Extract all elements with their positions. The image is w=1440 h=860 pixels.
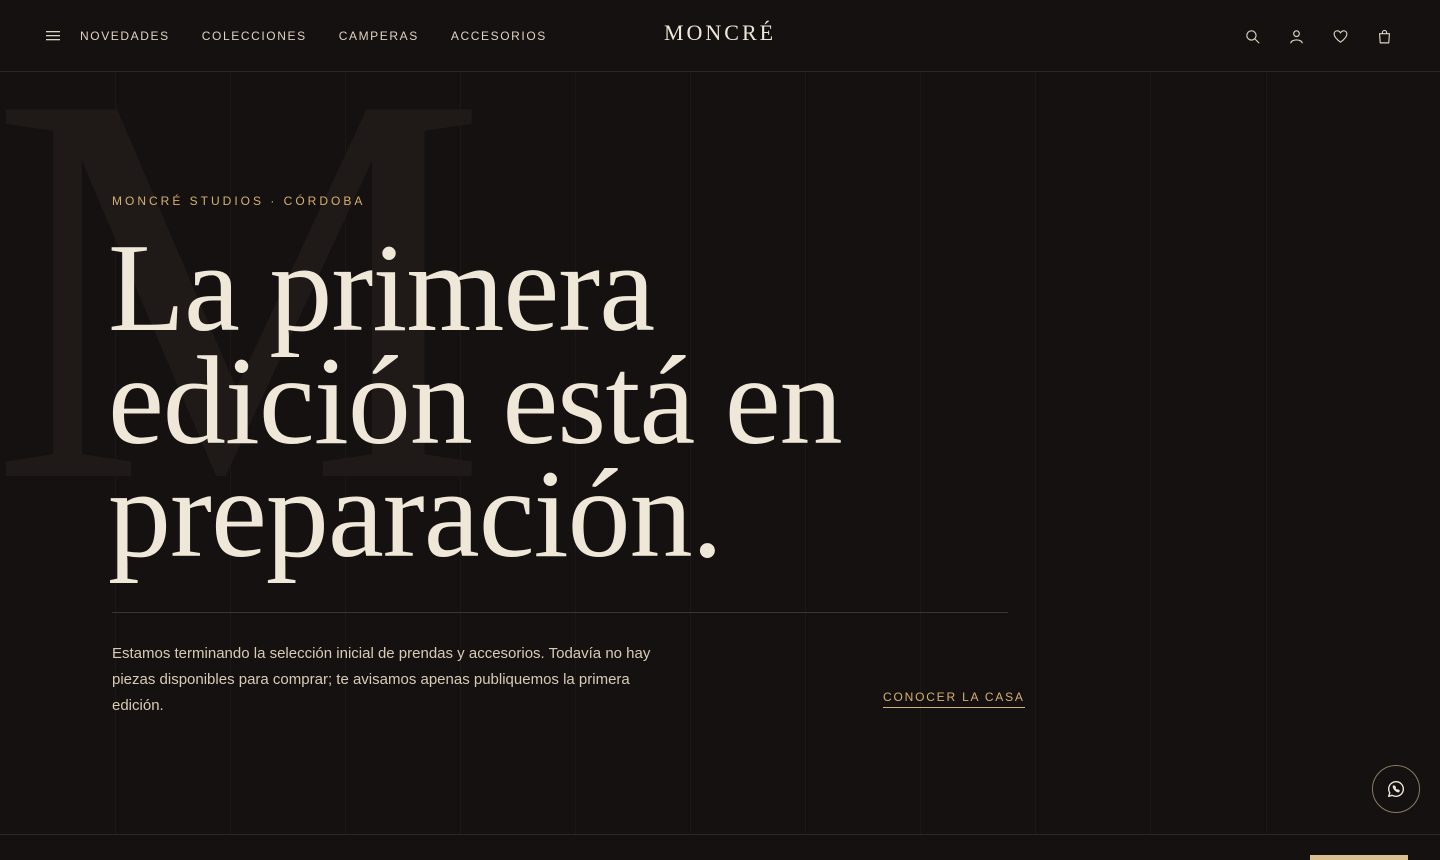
- bottom-accent-bar[interactable]: [1310, 855, 1408, 860]
- nav-link-colecciones[interactable]: COLECCIONES: [202, 29, 307, 43]
- main-nav: NOVEDADES COLECCIONES CAMPERAS ACCESORIO…: [80, 0, 579, 72]
- site-header: NOVEDADES COLECCIONES CAMPERAS ACCESORIO…: [0, 0, 1440, 72]
- header-actions: [1220, 24, 1396, 48]
- search-icon[interactable]: [1240, 24, 1264, 48]
- nav-link-accesorios[interactable]: ACCESORIOS: [451, 29, 547, 43]
- conocer-la-casa-link[interactable]: CONOCER LA CASA: [883, 690, 1025, 708]
- hero-divider: [112, 612, 1008, 613]
- whatsapp-icon: [1387, 780, 1405, 798]
- heart-icon[interactable]: [1328, 24, 1352, 48]
- whatsapp-button[interactable]: [1372, 765, 1420, 813]
- hero-lead: Estamos terminando la selección inicial …: [112, 645, 651, 714]
- headline-line-3: preparación.: [108, 445, 723, 584]
- hamburger-menu-icon[interactable]: [46, 29, 62, 43]
- nav-link-camperas[interactable]: CAMPERAS: [339, 29, 419, 43]
- hero-headline: La primera edición está en preparación.: [108, 226, 1068, 578]
- hero-eyebrow: MONCRÉ STUDIOS · CÓRDOBA: [112, 194, 366, 208]
- bag-icon[interactable]: [1372, 24, 1396, 48]
- nav-link-novedades[interactable]: NOVEDADES: [80, 29, 170, 43]
- account-icon[interactable]: [1284, 24, 1308, 48]
- section-divider: [0, 834, 1440, 835]
